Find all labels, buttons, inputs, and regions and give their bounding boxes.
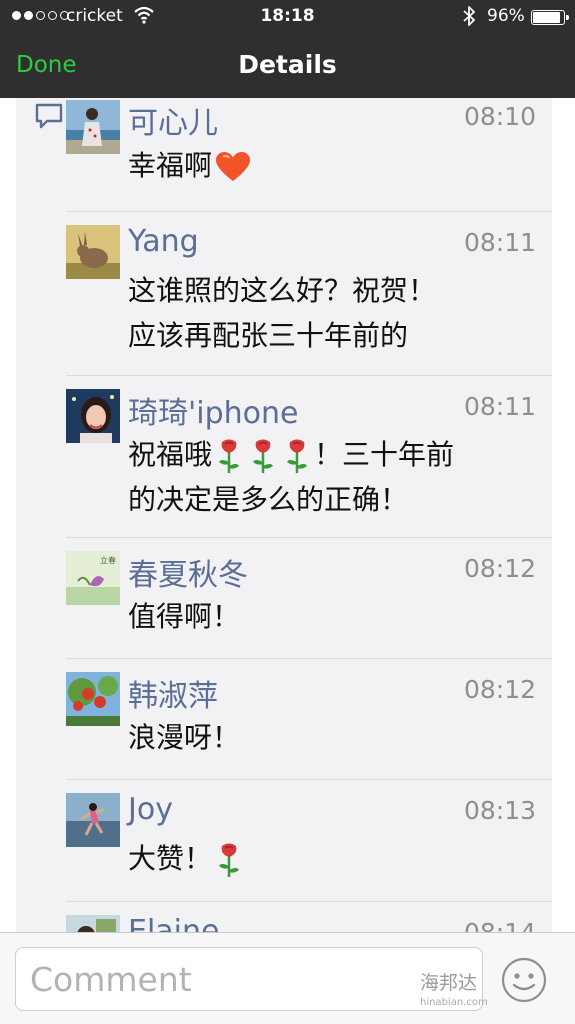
comment-time: 08:10 [463,102,536,131]
comment-time: 08:11 [463,228,536,257]
rose-icon [287,439,308,473]
commenter-name[interactable]: 春夏秋冬 [128,550,248,594]
battery-fill [533,12,560,23]
rose-icon [219,843,240,877]
rose-icon [219,439,240,473]
comment-item: Joy 08:13 大赞！ [66,779,552,901]
comment-text: 大赞！ [128,836,538,881]
comment-time: 08:13 [463,796,536,825]
battery-icon [531,10,569,25]
status-bar: cricket 18:18 96% [0,0,575,34]
top-bar: cricket 18:18 96% Done Details [0,0,575,98]
comment-text: 幸福啊 [128,143,538,188]
avatar[interactable] [66,389,120,443]
bluetooth-icon [463,6,475,26]
comment-item: Elaine 08:14 [66,901,552,932]
navigation-bar: Done Details [0,34,575,98]
avatar[interactable] [66,225,120,279]
comment-time: 08:11 [463,392,536,421]
commenter-name[interactable]: 韩淑萍 [128,671,218,715]
comment-time: 08:14 [464,918,536,932]
comment-list[interactable]: 可心儿 08:10 幸福啊 Yang 08:11 这谁照的这么好？祝贺！ 应该再… [0,98,575,932]
commenter-name[interactable]: Yang [128,224,199,259]
comment-time: 08:12 [463,554,536,583]
avatar[interactable] [66,672,120,726]
comment-item: Yang 08:11 这谁照的这么好？祝贺！ 应该再配张三十年前的 [66,211,552,375]
commenter-name[interactable]: 琦琦'iphone [128,388,298,432]
comment-input-bar: 海邦达 hinabian.com [0,932,575,1024]
emoji-face-icon[interactable] [501,957,547,1003]
comment-item: 琦琦'iphone 08:11 祝福哦 ！三十年前 的决定是多么的正确！ [66,375,552,537]
comment-item: 立春 春夏秋冬 08:12 值得啊！ [66,537,552,658]
commenter-name[interactable]: Joy [128,792,173,827]
commenter-name[interactable]: 可心儿 [128,98,218,142]
avatar[interactable] [66,915,120,932]
avatar[interactable] [66,100,120,154]
comments-panel: 可心儿 08:10 幸福啊 Yang 08:11 这谁照的这么好？祝贺！ 应该再… [16,98,552,932]
comment-bubble-icon [35,103,63,129]
watermark: 海邦达 hinabian.com [420,972,488,1008]
comment-text: 这谁照的这么好？祝贺！ 应该再配张三十年前的 [128,274,437,352]
comment-time: 08:12 [463,675,536,704]
comment-item: 韩淑萍 08:12 浪漫呀！ [66,658,552,779]
battery-percentage: 96% [487,6,525,26]
comment-item: 可心儿 08:10 幸福啊 [66,98,552,211]
commenter-name[interactable]: Elaine [128,914,219,932]
comment-text: 祝福哦 ！三十年前 的决定是多么的正确！ [128,438,455,516]
rose-icon [253,439,274,473]
svg-text:立春: 立春 [100,555,116,565]
avatar[interactable] [66,793,120,847]
comment-text: 值得啊！ [128,600,241,633]
page-title: Details [238,50,337,79]
avatar[interactable]: 立春 [66,551,120,605]
comment-input[interactable] [15,947,483,1011]
heart-icon [216,152,251,181]
comment-text: 浪漫呀！ [128,721,241,754]
